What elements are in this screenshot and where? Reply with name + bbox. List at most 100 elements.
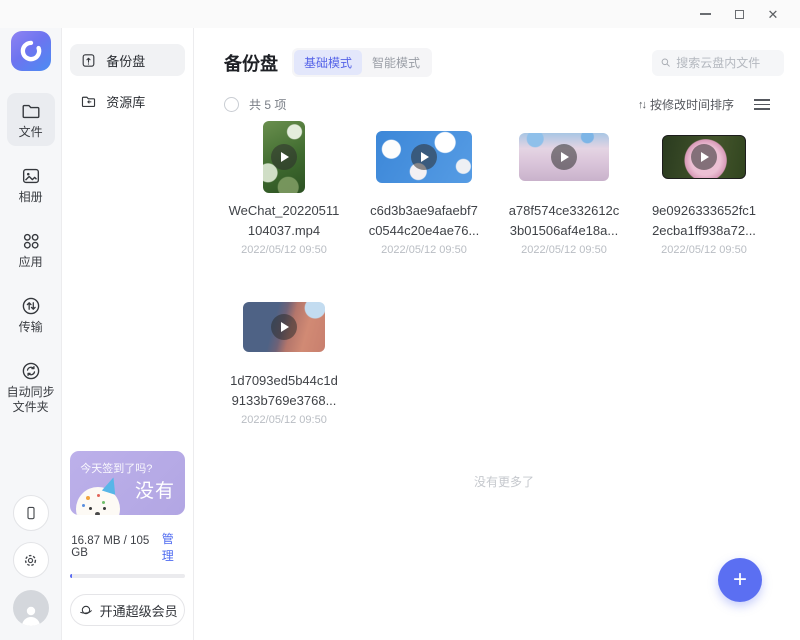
- mobile-app-button[interactable]: [13, 495, 49, 531]
- app-logo[interactable]: [11, 31, 51, 71]
- promo-question: 今天签到了吗?: [80, 460, 152, 476]
- left-rail: 文件 相册 应: [0, 28, 62, 640]
- tab-basic-mode[interactable]: 基础模式: [294, 50, 362, 75]
- main-header: 备份盘 基础模式 智能模式: [224, 48, 784, 77]
- app-window: ✕ 文件: [0, 0, 800, 640]
- file-name-line1: 1d7093ed5b44c1d: [230, 373, 338, 388]
- apps-grid-icon: [20, 230, 42, 252]
- no-more-label: 没有更多了: [224, 473, 784, 490]
- sidebar-item-backup-disk[interactable]: 备份盘: [70, 44, 185, 76]
- sidebar-item-label: 应用: [19, 255, 43, 270]
- backup-drive-icon: [80, 52, 97, 69]
- file-date: 2022/05/12 09:50: [661, 244, 747, 256]
- upgrade-member-button[interactable]: 开通超级会员: [70, 594, 185, 626]
- video-thumbnail: [662, 135, 746, 179]
- sidebar-item-transfer[interactable]: 传输: [7, 288, 55, 341]
- search-input[interactable]: [676, 56, 776, 70]
- file-date: 2022/05/12 09:50: [381, 244, 467, 256]
- maximize-button[interactable]: [722, 1, 756, 27]
- file-name-line1: a78f574ce332612c: [509, 203, 620, 218]
- add-file-button[interactable]: +: [718, 558, 762, 602]
- file-item[interactable]: c6d3b3ae9afaebf7 c0544c20e4ae76... 2022/…: [354, 119, 494, 256]
- play-icon: [271, 314, 297, 340]
- mascot-illustration: [76, 487, 120, 515]
- titlebar: ✕: [0, 0, 800, 28]
- page-title: 备份盘: [224, 50, 278, 76]
- play-icon: [691, 144, 717, 170]
- shared-folder-icon: [80, 93, 97, 110]
- search-icon: [660, 56, 671, 69]
- secondary-sidebar: 备份盘 资源库 今天签到了吗? 没有: [62, 28, 194, 640]
- close-icon: ✕: [768, 8, 779, 21]
- file-grid: WeChat_20220511 104037.mp4 2022/05/12 09…: [214, 119, 784, 459]
- file-name: 9e0926333652fc1 2ecba1ff938a72...: [652, 201, 756, 241]
- storage-row: 16.87 MB / 105 GB 管理: [70, 530, 185, 564]
- file-item[interactable]: 9e0926333652fc1 2ecba1ff938a72... 2022/0…: [634, 119, 774, 256]
- view-mode-button[interactable]: [754, 99, 770, 110]
- search-box: [652, 50, 784, 76]
- storage-manage-link[interactable]: 管理: [162, 530, 184, 564]
- tab-smart-mode[interactable]: 智能模式: [362, 50, 430, 75]
- cloud-disk-logo-icon: [18, 38, 44, 64]
- rail-nav: 文件 相册 应: [7, 93, 55, 421]
- photo-icon: [20, 165, 42, 187]
- sidebar-item-label: 传输: [19, 320, 43, 335]
- item-count: 共 5 项: [249, 96, 286, 113]
- main-content: 备份盘 基础模式 智能模式 共 5 项 ↑↓ 按: [194, 28, 800, 640]
- user-avatar[interactable]: [13, 590, 49, 626]
- video-thumbnail: [263, 121, 305, 193]
- play-icon: [411, 144, 437, 170]
- video-thumbnail: [519, 133, 609, 181]
- plus-icon: +: [733, 566, 747, 594]
- file-name: c6d3b3ae9afaebf7 c0544c20e4ae76...: [369, 201, 480, 241]
- sidebar-item-label: 资源库: [106, 92, 145, 111]
- gear-icon: [21, 551, 40, 570]
- file-name: a78f574ce332612c 3b01506af4e18a...: [509, 201, 620, 241]
- check-in-promo-banner[interactable]: 今天签到了吗? 没有: [70, 451, 185, 515]
- file-date: 2022/05/12 09:50: [241, 244, 327, 256]
- video-thumbnail: [376, 131, 472, 183]
- upgrade-member-label: 开通超级会员: [100, 601, 178, 620]
- file-name-line2: 104037.mp4: [248, 223, 320, 238]
- video-thumbnail: [243, 302, 325, 352]
- sync-icon: [20, 360, 42, 382]
- minimize-button[interactable]: [688, 1, 722, 27]
- folder-icon: [20, 100, 42, 122]
- file-name-line2: c0544c20e4ae76...: [369, 223, 480, 238]
- phone-icon: [22, 504, 40, 522]
- mode-toggle: 基础模式 智能模式: [292, 48, 432, 77]
- sidebar-item-label: 自动同步 文件夹: [7, 385, 55, 415]
- sidebar-item-resource-library[interactable]: 资源库: [70, 85, 185, 117]
- storage-progress-bar: [70, 574, 185, 578]
- storage-usage: 16.87 MB / 105 GB: [71, 535, 162, 559]
- file-name-line2: 3b01506af4e18a...: [510, 223, 618, 238]
- sort-arrows-icon: ↑↓: [638, 99, 645, 111]
- sidebar-item-apps[interactable]: 应用: [7, 223, 55, 276]
- settings-button[interactable]: [13, 542, 49, 578]
- select-all-checkbox[interactable]: [224, 97, 239, 112]
- file-name: 1d7093ed5b44c1d 9133b769e3768...: [230, 371, 338, 411]
- file-item[interactable]: WeChat_20220511 104037.mp4 2022/05/12 09…: [214, 119, 354, 256]
- sidebar-item-albums[interactable]: 相册: [7, 158, 55, 211]
- sidebar-item-label: 备份盘: [106, 51, 145, 70]
- sidebar-item-autosync-folder[interactable]: 自动同步 文件夹: [7, 353, 55, 421]
- sidebar-item-label: 相册: [19, 190, 43, 205]
- planet-icon: [78, 602, 94, 618]
- close-button[interactable]: ✕: [756, 1, 790, 27]
- play-icon: [271, 144, 297, 170]
- maximize-icon: [735, 10, 744, 19]
- person-icon: [18, 602, 44, 626]
- minimize-icon: [700, 13, 711, 15]
- list-toolbar: 共 5 项 ↑↓ 按修改时间排序: [224, 96, 784, 113]
- file-name-line2: 2ecba1ff938a72...: [652, 223, 756, 238]
- file-item[interactable]: 1d7093ed5b44c1d 9133b769e3768... 2022/05…: [214, 289, 354, 426]
- file-name-line1: 9e0926333652fc1: [652, 203, 756, 218]
- sidebar-item-label-line1: 自动同步: [7, 385, 55, 399]
- file-item[interactable]: a78f574ce332612c 3b01506af4e18a... 2022/…: [494, 119, 634, 256]
- file-date: 2022/05/12 09:50: [241, 414, 327, 426]
- transfer-icon: [20, 295, 42, 317]
- file-name-line2: 9133b769e3768...: [232, 393, 337, 408]
- sort-button[interactable]: ↑↓ 按修改时间排序: [638, 96, 734, 113]
- promo-answer: 没有: [135, 476, 175, 503]
- sidebar-item-files[interactable]: 文件: [7, 93, 55, 146]
